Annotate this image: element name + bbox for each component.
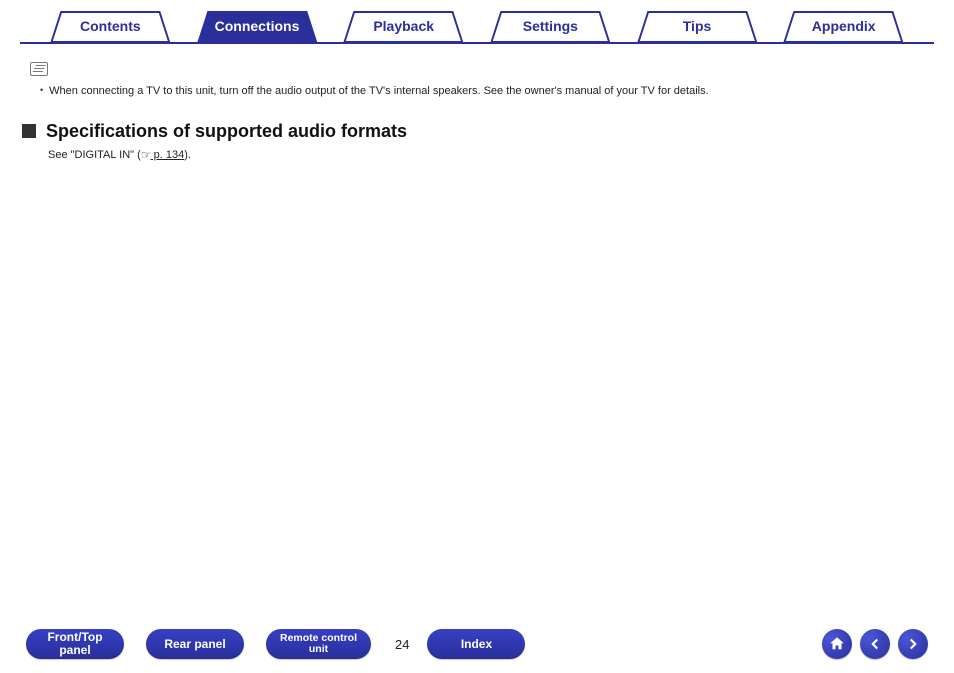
prev-page-button[interactable] [860, 629, 890, 659]
footer-bar: Front/Toppanel Rear panel Remote control… [0, 629, 954, 659]
tab-playback[interactable]: Playback [331, 10, 476, 42]
arrow-left-icon [866, 635, 884, 653]
arrow-right-icon [904, 635, 922, 653]
note-bullet: When connecting a TV to this unit, turn … [40, 84, 934, 99]
tab-label: Tips [683, 18, 712, 34]
tab-label: Settings [523, 18, 578, 34]
tabs-underline [20, 42, 934, 44]
subtext-post: ). [184, 149, 191, 161]
tab-tips[interactable]: Tips [625, 10, 770, 42]
square-bullet-icon [22, 124, 36, 138]
heading-title: Specifications of supported audio format… [46, 121, 407, 142]
home-button[interactable] [822, 629, 852, 659]
note-block: When connecting a TV to this unit, turn … [26, 62, 934, 99]
pill-label: Index [461, 638, 492, 651]
home-icon [828, 635, 846, 653]
tab-contents[interactable]: Contents [38, 10, 183, 42]
tab-connections[interactable]: Connections [185, 10, 330, 42]
top-tabs: Contents Connections Playback Settings T… [20, 10, 934, 42]
rear-panel-button[interactable]: Rear panel [146, 629, 244, 659]
note-text: When connecting a TV to this unit, turn … [49, 85, 709, 97]
next-page-button[interactable] [898, 629, 928, 659]
heading-subtext: See "DIGITAL IN" (☞ p. 134). [48, 148, 934, 162]
pointer-hand-icon: ☞ [141, 148, 151, 162]
pill-label: Remote controlunit [280, 633, 357, 655]
page-number: 24 [395, 637, 409, 652]
pill-label: Front/Toppanel [47, 631, 102, 656]
pencil-note-icon [30, 62, 48, 76]
tab-label: Appendix [812, 18, 876, 34]
tab-label: Contents [80, 18, 141, 34]
remote-control-unit-button[interactable]: Remote controlunit [266, 629, 371, 659]
tab-settings[interactable]: Settings [478, 10, 623, 42]
tab-label: Connections [215, 18, 300, 34]
index-button[interactable]: Index [427, 629, 525, 659]
pill-label: Rear panel [164, 638, 225, 651]
tab-appendix[interactable]: Appendix [771, 10, 916, 42]
front-top-panel-button[interactable]: Front/Toppanel [26, 629, 124, 659]
subtext-pre: See "DIGITAL IN" ( [48, 149, 141, 161]
section-heading: Specifications of supported audio format… [22, 121, 934, 142]
tab-label: Playback [373, 18, 434, 34]
page-ref-link[interactable]: p. 134 [151, 149, 185, 161]
